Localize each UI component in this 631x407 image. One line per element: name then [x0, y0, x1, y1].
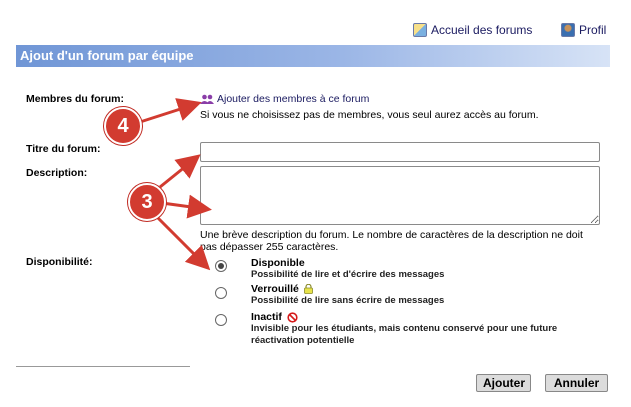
arrow-description [161, 194, 212, 219]
arrow-availability [152, 212, 211, 271]
annotation-badge-3: 3 [128, 183, 166, 221]
annotation-badge-4: 4 [104, 107, 142, 145]
arrow-members [139, 98, 202, 124]
arrow-title [159, 154, 201, 189]
annotation-arrows [139, 98, 212, 271]
